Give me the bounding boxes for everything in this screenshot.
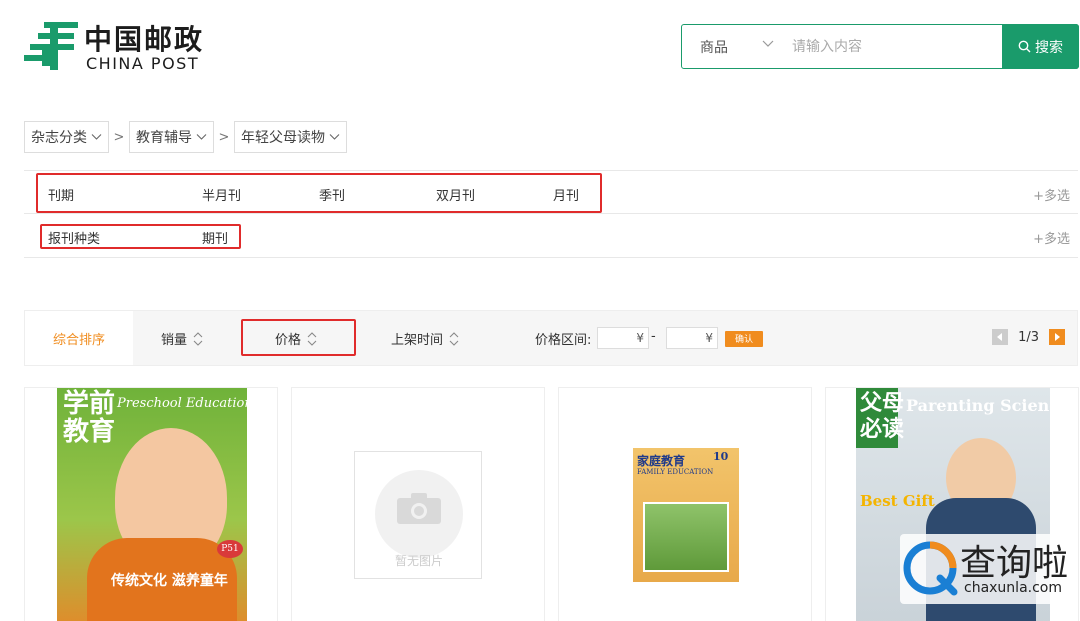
search-button[interactable]: 搜索: [1002, 24, 1079, 69]
chevron-down-icon: [196, 134, 207, 140]
breadcrumb-label: 年轻父母读物: [241, 130, 325, 146]
filter-options-type: 期刊: [202, 228, 319, 247]
breadcrumb-item-magazine-category[interactable]: 杂志分类: [24, 121, 109, 153]
cover-subtitle: Preschool Education: [117, 396, 247, 411]
pager: 1/3: [992, 329, 1065, 345]
product-cover-image[interactable]: 家庭教育 10 FAMILY EDUCATION: [633, 448, 739, 582]
brand-name-en: CHINA POST: [86, 54, 200, 73]
breadcrumb-label: 教育辅导: [136, 130, 192, 146]
filter-option-monthly[interactable]: 月刊: [553, 185, 670, 204]
cover-title: 学前 教育: [63, 389, 116, 447]
price-max-input[interactable]: ¥: [666, 327, 718, 349]
price-range-dash: -: [651, 329, 656, 344]
filter-options-period: 半月刊 季刊 双月刊 月刊: [202, 185, 670, 204]
chevron-down-icon: [329, 134, 340, 140]
product-card[interactable]: 暂无图片: [291, 387, 545, 621]
q-logo-icon: [903, 541, 958, 596]
watermark-logo: 查询啦 chaxunla.com: [900, 534, 1072, 604]
prev-page-button[interactable]: [992, 329, 1009, 345]
filter-option-semimonthly[interactable]: 半月刊: [202, 185, 319, 204]
filter-label-period: 刊期: [48, 189, 75, 204]
price-min-input[interactable]: ¥: [597, 327, 649, 349]
cover-issue: 10: [713, 450, 729, 463]
sort-default[interactable]: 综合排序: [25, 311, 133, 365]
price-range-label: 价格区间:: [535, 333, 592, 348]
cover-subtitle: Parenting Science: [906, 396, 1050, 415]
cover-badge: P51: [217, 540, 243, 558]
caret-right-icon: [1055, 333, 1060, 341]
sort-by-listing-time[interactable]: 上架时间: [391, 329, 459, 348]
watermark-name: 查询啦: [960, 543, 1069, 584]
sort-by-sales[interactable]: 销量: [161, 329, 203, 348]
search-input[interactable]: [792, 26, 992, 67]
sort-listed-label: 上架时间: [391, 333, 444, 348]
cover-caption: Best Gift: [860, 492, 935, 510]
sort-by-price[interactable]: 价格: [275, 329, 317, 348]
sort-toggle-icon: [449, 331, 459, 346]
cover-title: 家庭教育: [637, 454, 686, 468]
chevron-down-icon[interactable]: [762, 39, 774, 49]
sort-sales-label: 销量: [161, 333, 188, 348]
brand-name-cn: 中国邮政: [84, 23, 205, 56]
breadcrumb-item-education[interactable]: 教育辅导: [129, 121, 214, 153]
no-image-text: 暂无图片: [394, 554, 443, 568]
product-card[interactable]: 家庭教育 10 FAMILY EDUCATION: [558, 387, 812, 621]
price-confirm-button[interactable]: 确认: [725, 331, 763, 347]
search-bar: 商品 搜索: [681, 24, 1079, 69]
filter-row-type: 报刊种类 期刊 +多选: [24, 214, 1078, 258]
sort-toggle-icon: [307, 331, 317, 346]
breadcrumb-label: 杂志分类: [31, 130, 87, 146]
sort-price-label: 价格: [275, 333, 302, 348]
sort-toggle-icon: [193, 331, 203, 346]
filter-option-periodical[interactable]: 期刊: [202, 228, 319, 247]
multi-select-button[interactable]: +多选: [1033, 228, 1070, 247]
breadcrumb: 杂志分类 > 教育辅导 > 年轻父母读物: [24, 121, 347, 153]
search-category-select[interactable]: 商品: [700, 37, 728, 57]
page-indicator: 1/3: [1018, 329, 1039, 345]
filter-option-bimonthly[interactable]: 双月刊: [436, 185, 553, 204]
multi-select-button[interactable]: +多选: [1033, 185, 1070, 204]
chevron-down-icon: [91, 134, 102, 140]
cover-title: 父母 必读: [860, 390, 905, 442]
breadcrumb-separator: >: [218, 129, 230, 145]
no-image-placeholder: 暂无图片: [354, 451, 482, 579]
search-icon: [1018, 40, 1031, 53]
product-cover-image[interactable]: 学前 教育 Preschool Education P51 传统文化 滋养童年: [57, 388, 247, 621]
next-page-button[interactable]: [1049, 329, 1065, 345]
product-card[interactable]: 学前 教育 Preschool Education P51 传统文化 滋养童年: [24, 387, 278, 621]
filter-row-period: 刊期 半月刊 季刊 双月刊 月刊 +多选: [24, 170, 1078, 214]
filter-option-quarterly[interactable]: 季刊: [319, 185, 436, 204]
watermark-domain: chaxunla.com: [964, 580, 1062, 596]
camera-icon: [397, 493, 441, 524]
search-button-label: 搜索: [1035, 39, 1063, 56]
sort-bar: 综合排序 销量 价格 上架时间 价格区间: ¥ - ¥ 确认 1/3: [24, 310, 1078, 366]
caret-left-icon: [997, 333, 1003, 341]
cover-caption: 传统文化 滋养童年: [111, 573, 228, 589]
filter-label-type: 报刊种类: [48, 232, 101, 247]
cover-subtitle: FAMILY EDUCATION: [637, 468, 714, 476]
china-post-emblem-icon: [24, 22, 78, 70]
breadcrumb-separator: >: [113, 129, 125, 145]
cover-photo: [643, 502, 729, 572]
breadcrumb-item-parents-reading[interactable]: 年轻父母读物: [234, 121, 347, 153]
